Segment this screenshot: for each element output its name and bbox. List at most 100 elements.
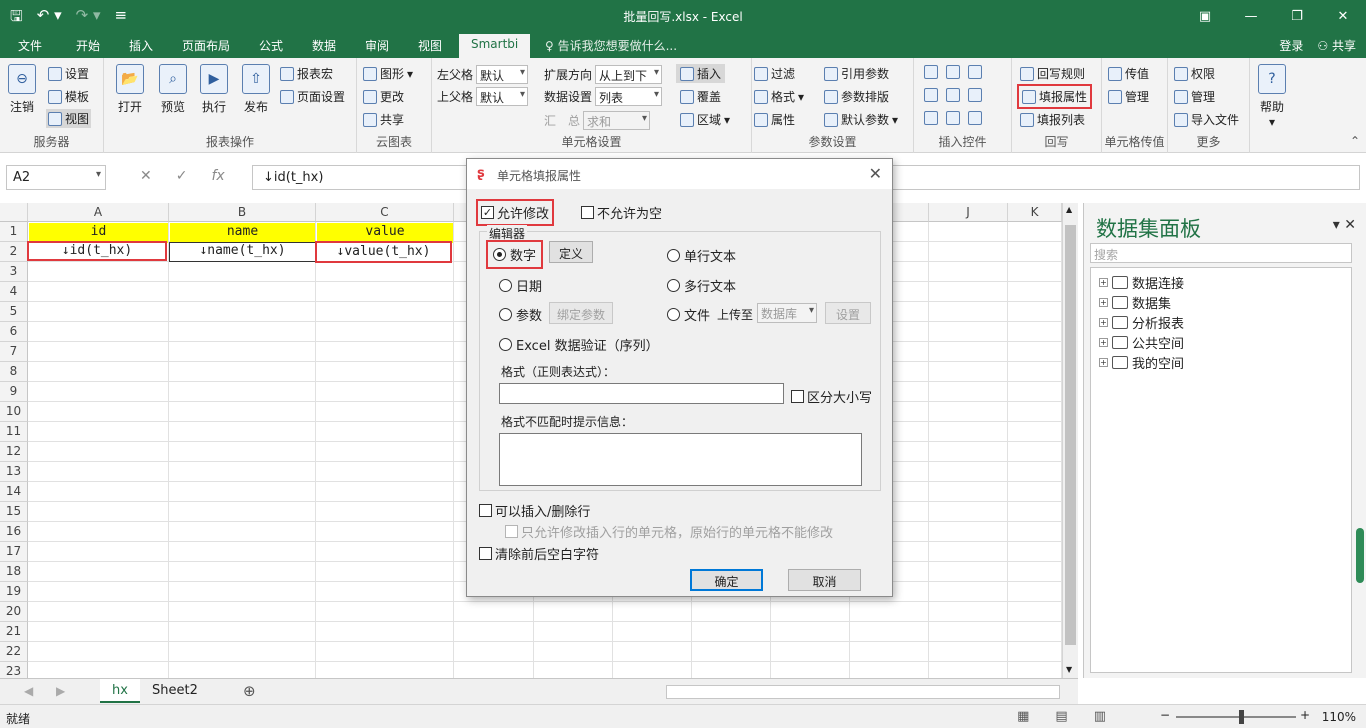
execute-button[interactable]: ▶ 执行 (200, 64, 228, 115)
combo-control-icon[interactable] (924, 65, 938, 79)
tree-item-analysis-report[interactable]: + 分析报表 (1099, 313, 1184, 332)
list-control-icon[interactable] (968, 65, 982, 79)
share-button[interactable]: ⚇ 共享 (1317, 37, 1356, 54)
page-layout-view-icon[interactable]: ▤ (1055, 709, 1067, 724)
pass-manage-button[interactable]: 管理 (1108, 88, 1149, 105)
insert-mode-button[interactable]: 插入 (676, 64, 726, 83)
row-header-14[interactable]: 14 (0, 482, 28, 502)
confirm-icon[interactable]: ✓ (176, 168, 188, 184)
settings-button[interactable]: 设置 (48, 65, 89, 82)
row-header-5[interactable]: 5 (0, 302, 28, 322)
button-control-icon[interactable] (968, 111, 982, 125)
page-setup-button[interactable]: 页面设置 (280, 88, 345, 105)
row-header-19[interactable]: 19 (0, 582, 28, 602)
panel-scroll-handle[interactable] (1356, 528, 1364, 583)
format-button[interactable]: 格式 ▾ (754, 88, 804, 105)
permission-button[interactable]: 权限 (1174, 65, 1215, 82)
column-header-b[interactable]: B (169, 203, 316, 222)
close-icon[interactable]: ✕ (1320, 0, 1366, 32)
radio-file[interactable]: 文件 (667, 305, 710, 324)
preview-button[interactable]: ⌕ 预览 (159, 64, 187, 115)
tab-file[interactable]: 文件 (18, 37, 42, 54)
horizontal-scrollbar[interactable] (666, 685, 1060, 699)
zoom-in-icon[interactable]: + (1300, 708, 1310, 722)
minimize-icon[interactable]: — (1228, 0, 1274, 32)
graph-button[interactable]: 图形 ▾ (363, 65, 413, 82)
row-header-13[interactable]: 13 (0, 462, 28, 482)
zoom-thumb[interactable] (1239, 710, 1244, 724)
tree-item-dataset[interactable]: + 数据集 (1099, 293, 1171, 312)
tree-item-data-connection[interactable]: + 数据连接 (1099, 273, 1184, 292)
row-header-9[interactable]: 9 (0, 382, 28, 402)
tab-formulas[interactable]: 公式 (259, 37, 283, 54)
mismatch-message-textarea[interactable] (499, 433, 862, 486)
cell-b2[interactable]: ↓name(t_hx) (169, 242, 316, 262)
column-header-k[interactable]: K (1008, 203, 1062, 222)
bind-param-button[interactable]: 绑定参数 (549, 302, 613, 324)
panel-menu-icon[interactable]: ▾ (1333, 217, 1344, 233)
row-header-20[interactable]: 20 (0, 602, 28, 622)
expand-dir-select[interactable]: 从上到下 (595, 65, 663, 84)
row-header-15[interactable]: 15 (0, 502, 28, 522)
radio-multi-text[interactable]: 多行文本 (667, 276, 736, 295)
tell-me-box[interactable]: ♀ 告诉我您想要做什么... (545, 37, 677, 54)
tab-review[interactable]: 审阅 (365, 37, 389, 54)
row-header-2[interactable]: 2 (0, 242, 28, 262)
prev-sheet-icon[interactable]: ◀ (24, 684, 33, 698)
scroll-thumb[interactable] (1065, 225, 1076, 645)
tree-control-icon[interactable] (924, 88, 938, 102)
expand-icon[interactable]: + (1099, 338, 1108, 347)
allow-edit-checkbox[interactable]: ✓ 允许修改 (475, 199, 555, 226)
restore-icon[interactable]: ❐ (1274, 0, 1320, 32)
fill-list-button[interactable]: 填报列表 (1020, 111, 1085, 128)
expand-icon[interactable]: + (1099, 298, 1108, 307)
row-header-16[interactable]: 16 (0, 522, 28, 542)
summary-select[interactable]: 求和 (583, 111, 651, 130)
row-header-22[interactable]: 22 (0, 642, 28, 662)
column-header-a[interactable]: A (28, 203, 169, 222)
page-break-view-icon[interactable]: ▥ (1094, 709, 1106, 724)
macro-button[interactable]: 报表宏 (280, 65, 333, 82)
tab-page-layout[interactable]: 页面布局 (182, 37, 230, 54)
radio-date[interactable]: 日期 (499, 276, 542, 295)
expand-icon[interactable]: + (1099, 318, 1108, 327)
cancel-button[interactable]: 取消 (788, 569, 861, 591)
row-header-1[interactable]: 1 (0, 222, 28, 242)
cell-a2[interactable]: ↓id(t_hx) (27, 241, 167, 261)
ribbon-display-icon[interactable]: ▣ (1182, 0, 1228, 32)
case-sensitive-checkbox[interactable]: 区分大小写 (791, 387, 872, 406)
row-header-8[interactable]: 8 (0, 362, 28, 382)
row-header-11[interactable]: 11 (0, 422, 28, 442)
sheet-tab-hx[interactable]: hx (100, 679, 140, 703)
upload-target-select[interactable]: 数据库 (757, 303, 817, 323)
tab-home[interactable]: 开始 (76, 37, 100, 54)
fill-attr-button[interactable]: 填报属性 (1016, 84, 1093, 109)
cell-b1[interactable]: name (170, 223, 315, 243)
pass-value-button[interactable]: 传值 (1108, 65, 1149, 82)
sheet-tab-sheet2[interactable]: Sheet2 (140, 679, 210, 703)
row-header-3[interactable]: 3 (0, 262, 28, 282)
radio-param[interactable]: 参数 (499, 305, 542, 324)
data-set-select[interactable]: 列表 (595, 87, 663, 106)
select-all-corner[interactable] (0, 203, 28, 222)
import-file-button[interactable]: 导入文件 (1174, 111, 1239, 128)
writeback-rule-button[interactable]: 回写规则 (1020, 65, 1085, 82)
row-header-17[interactable]: 17 (0, 542, 28, 562)
template-button[interactable]: 模板 (48, 88, 89, 105)
tab-insert[interactable]: 插入 (129, 37, 153, 54)
tree-item-public-space[interactable]: + 公共空间 (1099, 333, 1184, 352)
radio-single-text[interactable]: 单行文本 (667, 246, 736, 265)
expand-icon[interactable]: + (1099, 358, 1108, 367)
cover-mode-button[interactable]: 覆盖 (680, 88, 721, 105)
tab-view[interactable]: 视图 (418, 37, 442, 54)
row-header-7[interactable]: 7 (0, 342, 28, 362)
name-box[interactable]: A2 (6, 165, 106, 190)
share-chart-button[interactable]: 共享 (363, 111, 404, 128)
column-header-j[interactable]: J (929, 203, 1008, 222)
row-header-23[interactable]: 23 (0, 662, 28, 678)
date-control-icon[interactable] (968, 88, 982, 102)
logout-button[interactable]: ⊖ 注销 (8, 64, 36, 115)
vertical-scrollbar[interactable]: ▲ ▼ (1062, 203, 1078, 678)
dropdown-control-icon[interactable] (946, 65, 960, 79)
cell-c1[interactable]: value (317, 223, 453, 243)
